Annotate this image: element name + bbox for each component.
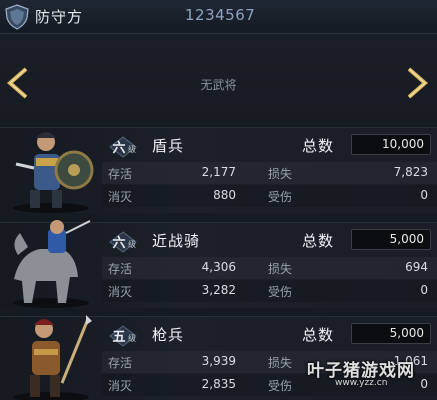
killed-label: 消灭	[108, 285, 133, 299]
chevron-right-icon[interactable]	[401, 66, 431, 100]
lost-label: 损失	[268, 167, 293, 181]
survive-value: 2,177	[201, 165, 236, 179]
killed-value: 880	[213, 188, 236, 202]
tier-level-label: 级	[128, 145, 136, 154]
unit-name: 盾兵	[152, 137, 185, 155]
side-label: 防守方	[35, 8, 84, 26]
total-label: 总数	[302, 232, 335, 250]
spearman-portrait	[13, 315, 92, 400]
stat-row-killed-wounded: 消灭 880 受伤 0	[102, 185, 437, 207]
total-label: 总数	[302, 326, 335, 344]
survive-label: 存活	[108, 356, 133, 370]
stat-row-survive-lost: 存活 4,306 损失 694	[102, 257, 437, 279]
shield-soldier-portrait	[13, 132, 94, 213]
killed-value: 2,835	[201, 377, 236, 391]
survive-value: 4,306	[201, 260, 236, 274]
killed-value: 3,282	[201, 283, 236, 297]
tier-level-label: 级	[128, 334, 136, 343]
stat-row-killed-wounded: 消灭 3,282 受伤 0	[102, 280, 437, 302]
cavalry-portrait	[13, 220, 91, 308]
tier-number: 五	[112, 330, 126, 345]
wounded-value: 0	[420, 188, 428, 202]
wounded-label: 受伤	[268, 190, 293, 204]
unit-name: 枪兵	[152, 326, 185, 344]
tier-level-label: 级	[128, 240, 136, 249]
stat-row-survive-lost: 存活 2,177 损失 7,823	[102, 162, 437, 184]
lost-label: 损失	[268, 262, 293, 276]
header-bar: 防守方 1234567	[0, 0, 437, 34]
tier-number: 六	[112, 236, 126, 251]
lost-value: 7,823	[393, 165, 428, 179]
lost-label: 损失	[268, 356, 293, 370]
general-panel: 无武将	[0, 34, 437, 126]
wounded-value: 0	[420, 283, 428, 297]
watermark: 叶子猪游戏网 www.yzz.cn	[305, 356, 433, 396]
survive-label: 存活	[108, 167, 133, 181]
no-general-text: 无武将	[200, 78, 237, 92]
survive-label: 存活	[108, 262, 133, 276]
total-value: 5,000	[351, 323, 431, 344]
killed-label: 消灭	[108, 379, 133, 393]
watermark-url: www.yzz.cn	[335, 378, 388, 388]
unit-card-shield: 六 级 盾兵 总数 10,000 存活 2,177 损失 7,823 消灭 88…	[0, 127, 437, 213]
battle-id: 1234567	[185, 6, 256, 24]
total-value: 5,000	[351, 229, 431, 250]
total-value: 10,000	[351, 134, 431, 155]
survive-value: 3,939	[201, 354, 236, 368]
tier-number: 六	[112, 141, 126, 156]
shield-icon	[5, 4, 29, 30]
unit-card-cavalry: 六 级 近战骑 总数 5,000 存活 4,306 损失 694 消灭 3,28…	[0, 220, 437, 308]
unit-name: 近战骑	[152, 232, 201, 250]
killed-label: 消灭	[108, 190, 133, 204]
lost-value: 694	[405, 260, 428, 274]
wounded-label: 受伤	[268, 285, 293, 299]
total-label: 总数	[302, 137, 335, 155]
wounded-label: 受伤	[268, 379, 293, 393]
